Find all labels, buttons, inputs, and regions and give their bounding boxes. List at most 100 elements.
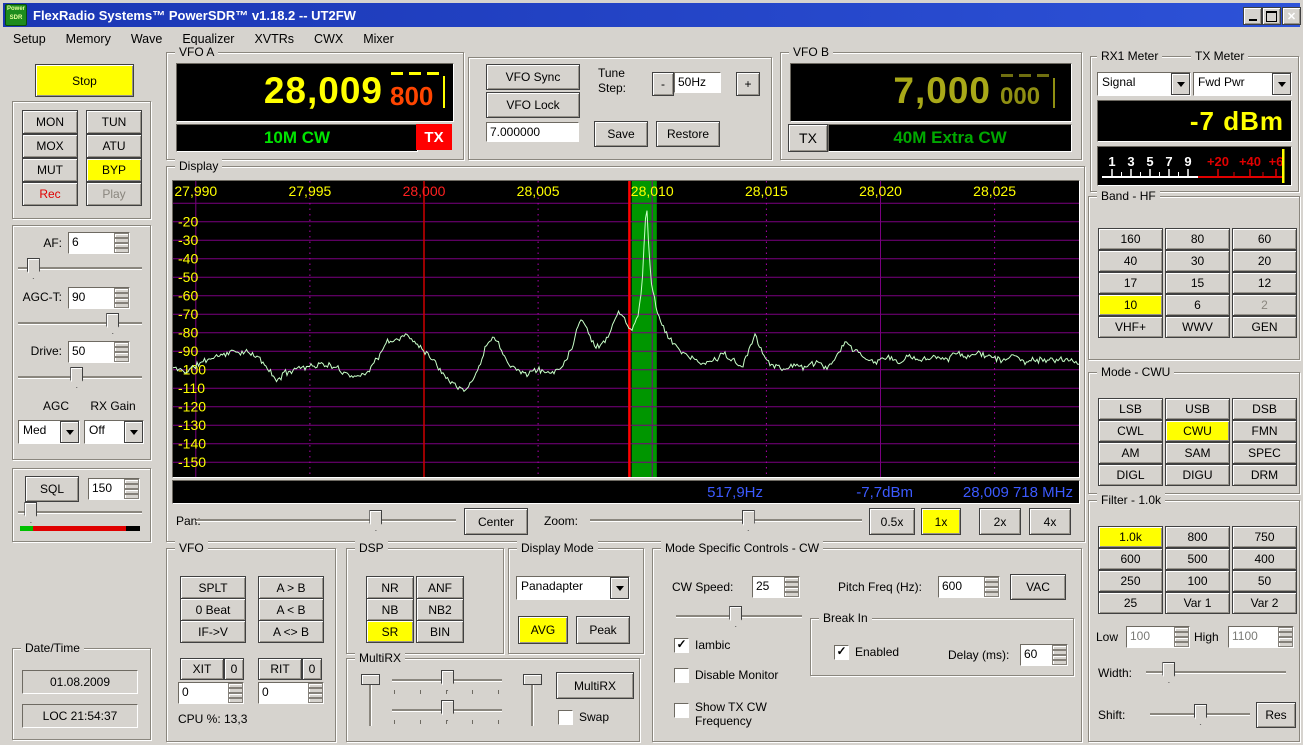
band-60-button[interactable]: 60: [1232, 228, 1297, 250]
band-10-button[interactable]: 10: [1098, 294, 1163, 316]
save-button[interactable]: Save: [594, 121, 648, 147]
mode-usb-button[interactable]: USB: [1165, 398, 1230, 420]
xit-button[interactable]: XIT: [180, 658, 224, 680]
peak-button[interactable]: Peak: [576, 616, 630, 644]
band-wwv-button[interactable]: WWV: [1165, 316, 1230, 338]
swap-checkbox[interactable]: [558, 710, 573, 725]
multirx-gain-slider[interactable]: [360, 672, 380, 728]
filter-shift-slider[interactable]: [1150, 704, 1250, 724]
menu-cwx[interactable]: CWX: [304, 29, 353, 49]
multirx-button[interactable]: MultiRX: [556, 672, 634, 699]
pan-slider[interactable]: [196, 510, 456, 530]
vac-button[interactable]: VAC: [1010, 574, 1066, 600]
af-slider[interactable]: [18, 258, 142, 278]
a-to-b-button[interactable]: A > B: [258, 576, 324, 599]
band-12-button[interactable]: 12: [1232, 272, 1297, 294]
zoom-slider[interactable]: [590, 510, 862, 530]
filter-50-button[interactable]: 50: [1232, 570, 1297, 592]
xit-zero-button[interactable]: 0: [224, 658, 244, 680]
rit-zero-button[interactable]: 0: [302, 658, 322, 680]
rec-button[interactable]: Rec: [22, 182, 78, 206]
restore-button[interactable]: Restore: [656, 121, 720, 147]
zoom-2x-button[interactable]: 2x: [979, 508, 1021, 535]
band-6-button[interactable]: 6: [1165, 294, 1230, 316]
center-button[interactable]: Center: [464, 508, 528, 535]
band-160-button[interactable]: 160: [1098, 228, 1163, 250]
menu-mixer[interactable]: Mixer: [353, 29, 404, 49]
mode-spec-button[interactable]: SPEC: [1232, 442, 1297, 464]
mode-lsb-button[interactable]: LSB: [1098, 398, 1163, 420]
mode-cwl-button[interactable]: CWL: [1098, 420, 1163, 442]
band-80-button[interactable]: 80: [1165, 228, 1230, 250]
bin-button[interactable]: BIN: [416, 620, 464, 643]
display-mode-dropdown[interactable]: Panadapter: [516, 576, 630, 600]
sql-spinner[interactable]: 150: [88, 478, 140, 500]
play-button[interactable]: Play: [86, 182, 142, 206]
band-vhf-button[interactable]: VHF+: [1098, 316, 1163, 338]
band-30-button[interactable]: 30: [1165, 250, 1230, 272]
vfo-lock-button[interactable]: VFO Lock: [486, 92, 580, 118]
af-spinner[interactable]: 6: [68, 232, 130, 254]
filter-800-button[interactable]: 800: [1165, 526, 1230, 548]
close-button[interactable]: ✕: [1282, 7, 1301, 25]
iambic-checkbox[interactable]: ✓: [674, 638, 689, 653]
if-to-v-button[interactable]: IF->V: [180, 620, 246, 643]
cw-speed-spinner[interactable]: 25: [752, 576, 800, 598]
mode-drm-button[interactable]: DRM: [1232, 464, 1297, 486]
vfo-a-tx-indicator[interactable]: TX: [416, 124, 452, 150]
band-17-button[interactable]: 17: [1098, 272, 1163, 294]
sql-button[interactable]: SQL: [25, 476, 79, 502]
b-to-a-button[interactable]: A < B: [258, 598, 324, 621]
filter-low-spinner[interactable]: 100: [1126, 626, 1190, 648]
vfo-b-tx-button[interactable]: TX: [788, 124, 828, 152]
zoom-0p5x-button[interactable]: 0.5x: [869, 508, 915, 535]
nb-button[interactable]: NB: [366, 598, 414, 621]
nb2-button[interactable]: NB2: [416, 598, 464, 621]
filter-reset-button[interactable]: Res: [1256, 702, 1296, 728]
avg-button[interactable]: AVG: [518, 616, 568, 644]
vfo-sync-button[interactable]: VFO Sync: [486, 64, 580, 90]
filter-250-button[interactable]: 250: [1098, 570, 1163, 592]
byp-button[interactable]: BYP: [86, 158, 142, 182]
break-in-enabled-checkbox[interactable]: ✓: [834, 645, 849, 660]
maximize-button[interactable]: [1262, 7, 1281, 25]
filter-25-button[interactable]: 25: [1098, 592, 1163, 614]
rit-spinner[interactable]: 0: [258, 682, 324, 704]
menu-setup[interactable]: Setup: [3, 29, 56, 49]
mode-dsb-button[interactable]: DSB: [1232, 398, 1297, 420]
mode-sam-button[interactable]: SAM: [1165, 442, 1230, 464]
mode-digl-button[interactable]: DIGL: [1098, 464, 1163, 486]
band-20-button[interactable]: 20: [1232, 250, 1297, 272]
band-15-button[interactable]: 15: [1165, 272, 1230, 294]
menu-memory[interactable]: Memory: [56, 29, 121, 49]
filter-100-button[interactable]: 100: [1165, 570, 1230, 592]
memory-frequency-input[interactable]: 7.000000: [486, 122, 579, 142]
show-tx-cw-checkbox[interactable]: [674, 703, 689, 718]
nr-button[interactable]: NR: [366, 576, 414, 599]
drive-spinner[interactable]: 50: [68, 341, 130, 363]
filter-500-button[interactable]: 500: [1165, 548, 1230, 570]
agct-slider[interactable]: [18, 313, 142, 333]
atu-button[interactable]: ATU: [86, 134, 142, 158]
multirx-pan1-slider[interactable]: [392, 670, 502, 690]
mode-fmn-button[interactable]: FMN: [1232, 420, 1297, 442]
mon-button[interactable]: MON: [22, 110, 78, 134]
rx1-meter-dropdown[interactable]: Signal: [1097, 72, 1191, 96]
band-2-button[interactable]: 2: [1232, 294, 1297, 316]
menu-wave[interactable]: Wave: [121, 29, 173, 49]
filter-750-button[interactable]: 750: [1232, 526, 1297, 548]
step-plus-button[interactable]: +: [736, 72, 760, 96]
zoom-4x-button[interactable]: 4x: [1029, 508, 1071, 535]
zero-beat-button[interactable]: 0 Beat: [180, 598, 246, 621]
step-value-input[interactable]: 50Hz: [674, 72, 721, 93]
mode-digu-button[interactable]: DIGU: [1165, 464, 1230, 486]
xit-spinner[interactable]: 0: [178, 682, 244, 704]
rit-button[interactable]: RIT: [258, 658, 302, 680]
agc-dropdown[interactable]: Med: [18, 420, 80, 444]
zoom-1x-button[interactable]: 1x: [921, 508, 961, 535]
filter-600-button[interactable]: 600: [1098, 548, 1163, 570]
filter-400-button[interactable]: 400: [1232, 548, 1297, 570]
a-swap-b-button[interactable]: A <> B: [258, 620, 324, 643]
disable-monitor-checkbox[interactable]: [674, 668, 689, 683]
drive-slider[interactable]: [18, 367, 142, 387]
